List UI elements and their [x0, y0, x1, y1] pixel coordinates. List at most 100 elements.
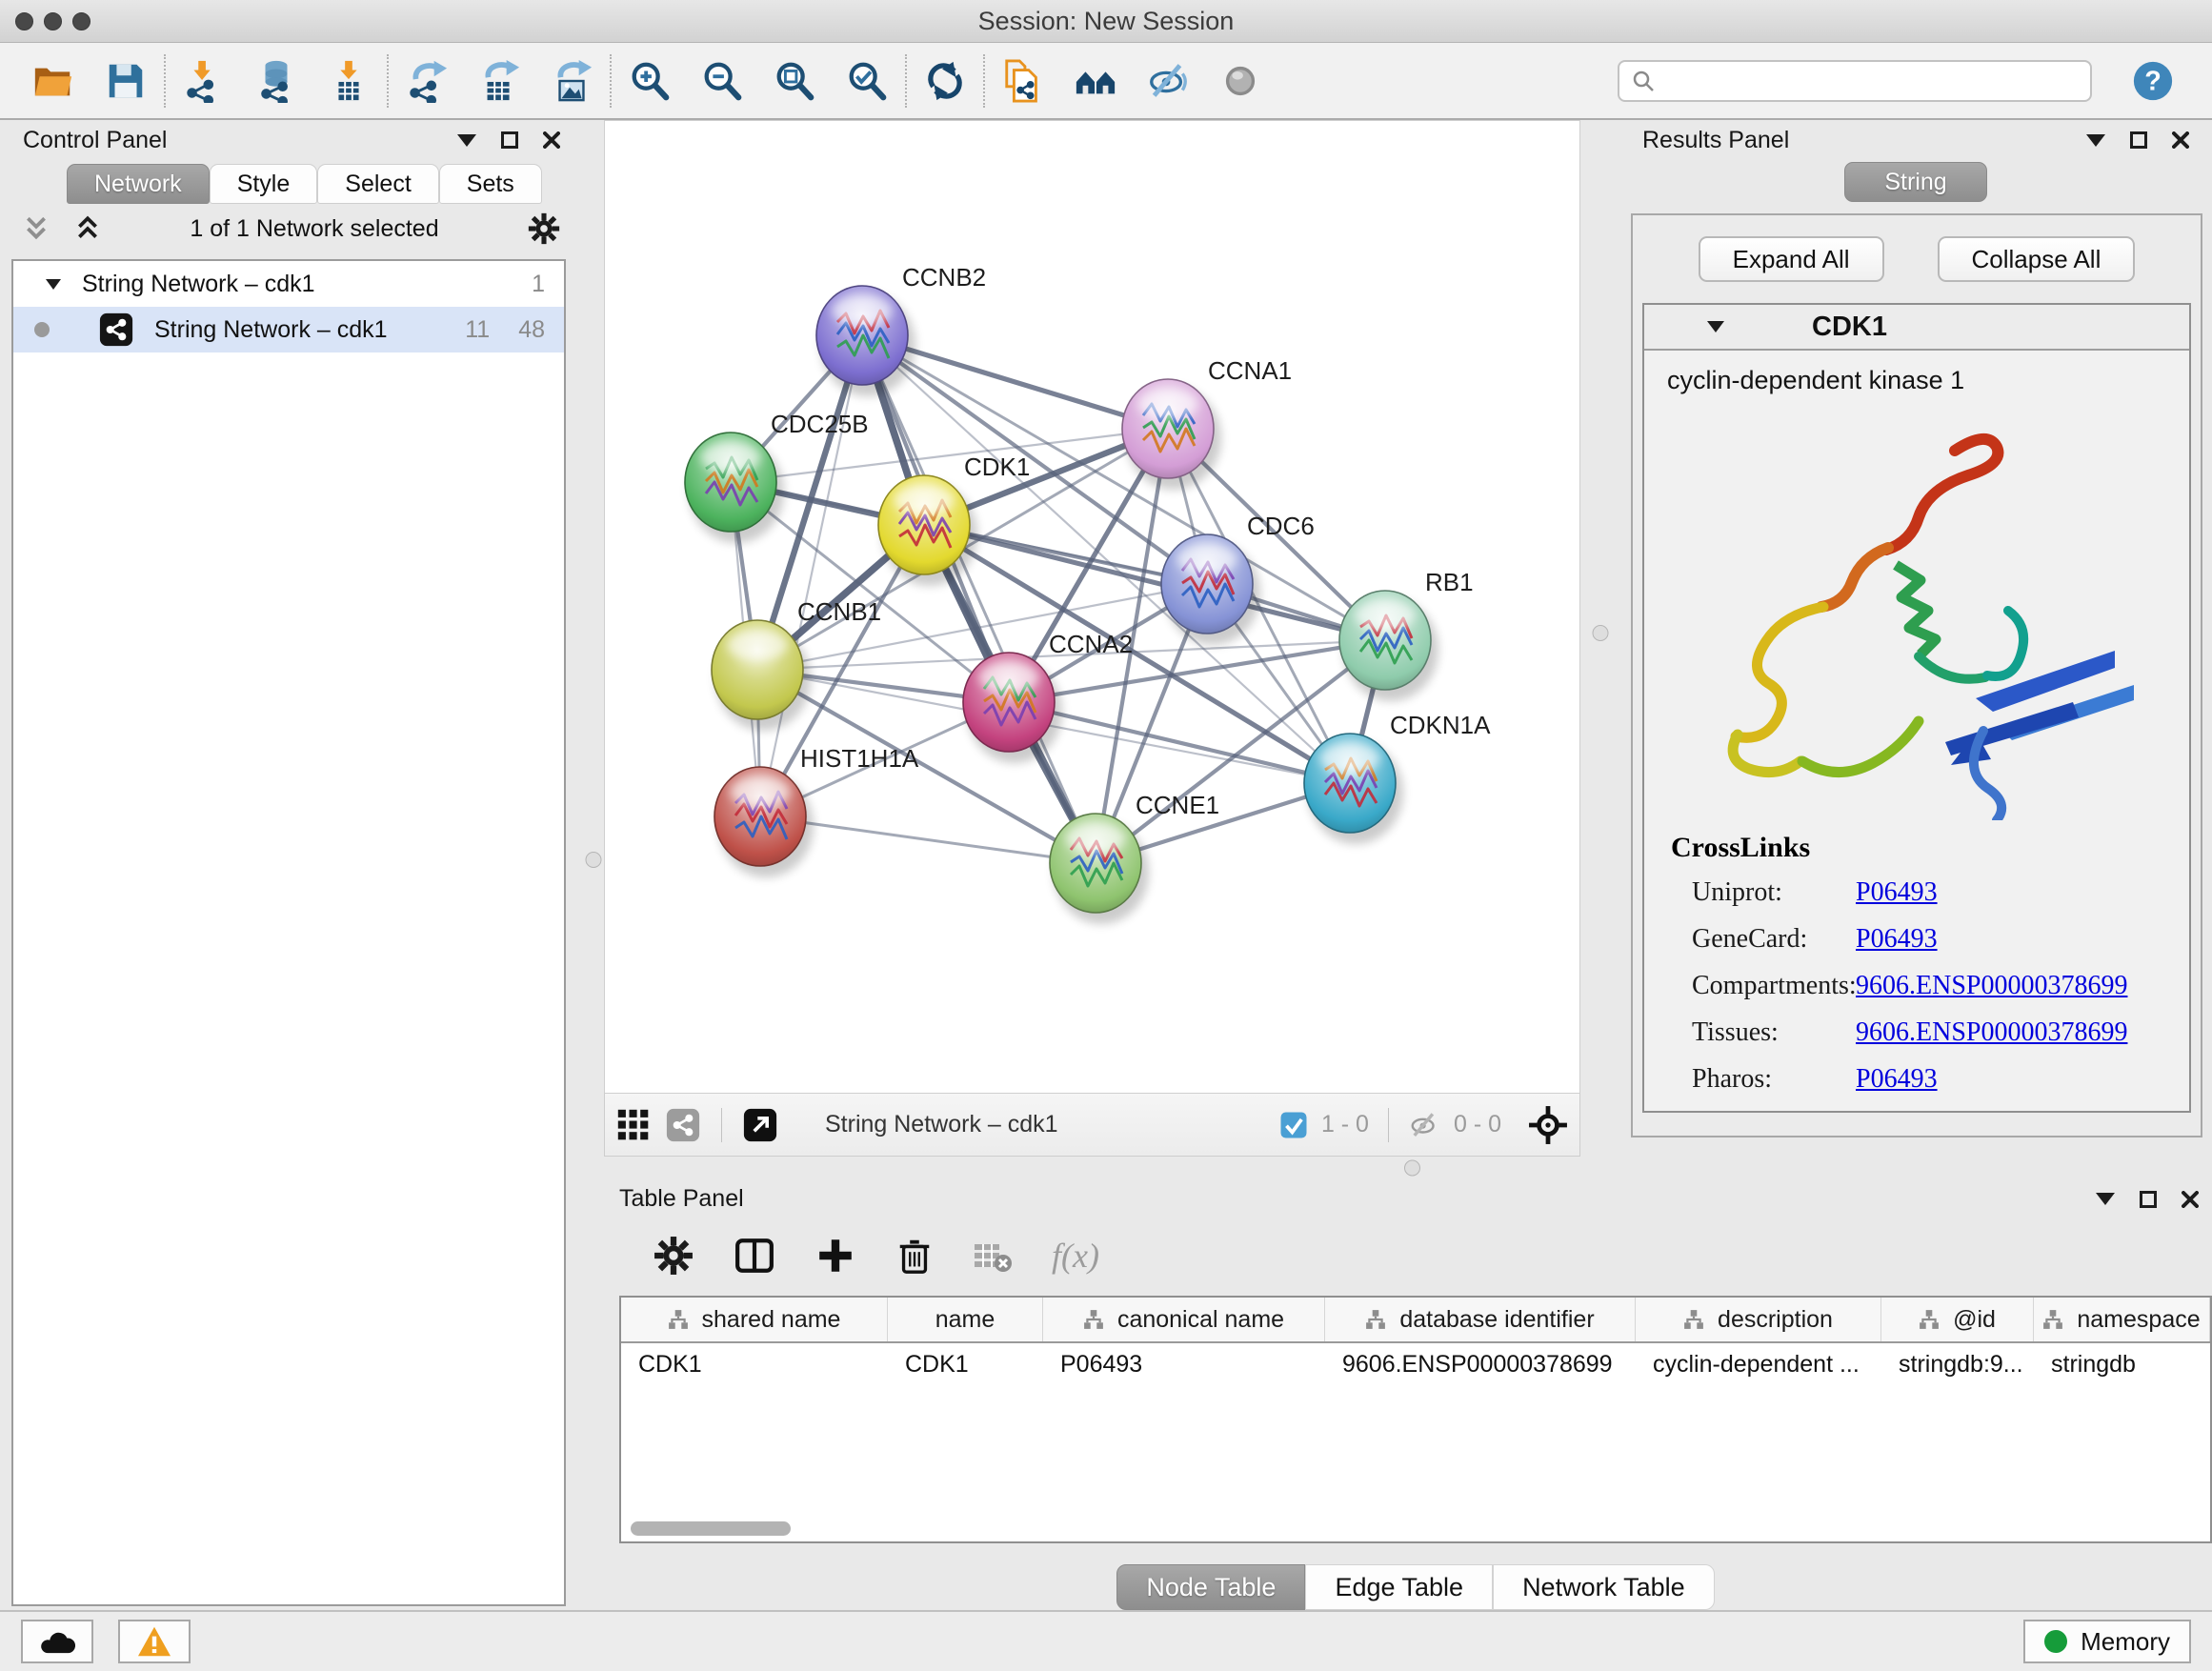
collapse-panel-icon[interactable] — [2086, 134, 2105, 147]
tab-network-table[interactable]: Network Table — [1493, 1564, 1715, 1610]
zoom-out-button[interactable] — [699, 58, 745, 104]
selected-checkbox-icon[interactable] — [1279, 1111, 1308, 1139]
network-selection-status: 1 of 1 Network selected — [126, 215, 503, 243]
table-cell[interactable]: 9606.ENSP00000378699 — [1325, 1343, 1636, 1385]
clone-network-button[interactable] — [1000, 58, 1046, 104]
zoom-fit-icon — [773, 59, 816, 103]
table-cell[interactable]: cyclin-dependent ... — [1636, 1343, 1881, 1385]
export-network-button[interactable] — [404, 58, 450, 104]
right-splitter[interactable] — [1580, 120, 1619, 1157]
save-session-button[interactable] — [103, 58, 149, 104]
cloud-status-button[interactable] — [21, 1620, 93, 1663]
column-type-icon — [2042, 1309, 2063, 1330]
zoom-fit-button[interactable] — [772, 58, 817, 104]
import-network-file-button[interactable] — [181, 58, 227, 104]
entry-header[interactable]: CDK1 — [1644, 305, 2189, 351]
splitter-handle[interactable] — [1592, 625, 1608, 641]
add-column-icon[interactable] — [815, 1236, 855, 1276]
tab-network[interactable]: Network — [67, 164, 210, 204]
network-view-icon[interactable] — [666, 1108, 700, 1142]
column-type-icon — [1365, 1309, 1386, 1330]
column-header-shared-name[interactable]: shared name — [621, 1298, 888, 1341]
search-icon — [1631, 69, 1656, 93]
network-graph[interactable]: CCNB2CCNA1CDC25BCDK1CDC6RB1CCNB1CCNA2CDK… — [605, 121, 1579, 1093]
refresh-button[interactable] — [922, 58, 968, 104]
collapse-panel-icon[interactable] — [2096, 1193, 2115, 1205]
close-panel-icon[interactable] — [2182, 1191, 2199, 1208]
column-header-database-identifier[interactable]: database identifier — [1325, 1298, 1636, 1341]
table-cell[interactable]: stringdb — [2034, 1343, 2210, 1385]
export-image-button[interactable] — [549, 58, 594, 104]
table-cell[interactable]: stringdb:9... — [1881, 1343, 2034, 1385]
detach-view-icon[interactable] — [743, 1108, 777, 1142]
search-field[interactable] — [1618, 60, 2092, 102]
show-all-button[interactable] — [1217, 58, 1263, 104]
search-input[interactable] — [1663, 68, 2079, 94]
expand-all-button[interactable]: Expand All — [1699, 236, 1884, 282]
close-panel-icon[interactable] — [2172, 131, 2189, 149]
table-row[interactable]: CDK1CDK1P064939606.ENSP00000378699cyclin… — [621, 1343, 2210, 1385]
horizontal-splitter[interactable] — [604, 1157, 2212, 1178]
float-panel-icon[interactable] — [501, 131, 518, 149]
crosslink-value-link[interactable]: P06493 — [1856, 924, 1938, 955]
table-cell[interactable]: CDK1 — [621, 1343, 888, 1385]
network-options-gear-icon[interactable] — [528, 212, 560, 245]
protein-structure-image — [1669, 411, 2164, 820]
crosslink-value-link[interactable]: 9606.ENSP00000378699 — [1856, 971, 2127, 1001]
crosslink-value-link[interactable]: 9606.ENSP00000378699 — [1856, 1017, 2127, 1048]
crosslink-value-link[interactable]: P06493 — [1856, 877, 1938, 908]
show-columns-icon[interactable] — [734, 1236, 775, 1276]
tab-node-table[interactable]: Node Table — [1116, 1564, 1305, 1610]
column-header--id[interactable]: @id — [1881, 1298, 2034, 1341]
splitter-handle[interactable] — [1404, 1159, 1420, 1176]
svg-text:CDC6: CDC6 — [1247, 512, 1315, 540]
table-cell[interactable]: P06493 — [1043, 1343, 1325, 1385]
svg-text:CCNA2: CCNA2 — [1049, 630, 1133, 658]
table-cell[interactable]: CDK1 — [888, 1343, 1043, 1385]
tab-style[interactable]: Style — [210, 164, 318, 204]
help-button[interactable]: ? — [2130, 58, 2176, 104]
collapse-panel-icon[interactable] — [457, 134, 476, 147]
network-collection-row[interactable]: String Network – cdk1 1 — [13, 261, 564, 307]
network-canvas[interactable]: CCNB2CCNA1CDC25BCDK1CDC6RB1CCNB1CCNA2CDK… — [604, 120, 1580, 1094]
network-view-title: String Network – cdk1 — [825, 1111, 1058, 1138]
import-table-file-button[interactable] — [326, 58, 372, 104]
tab-edge-table[interactable]: Edge Table — [1305, 1564, 1493, 1610]
warnings-button[interactable] — [118, 1620, 191, 1663]
birds-eye-crosshair-icon[interactable] — [1528, 1105, 1568, 1145]
float-panel-icon[interactable] — [2130, 131, 2147, 149]
grid-view-icon[interactable] — [616, 1108, 651, 1142]
show-home-button[interactable] — [1073, 58, 1118, 104]
tab-sets[interactable]: Sets — [439, 164, 542, 204]
zoom-in-button[interactable] — [627, 58, 673, 104]
collapse-all-icon[interactable] — [23, 215, 50, 242]
crosslink-row: Tissues:9606.ENSP00000378699 — [1692, 1017, 2189, 1048]
expand-all-icon[interactable] — [74, 215, 101, 242]
entry-collapse-icon[interactable] — [1707, 321, 1724, 332]
table-horizontal-scrollbar[interactable] — [631, 1521, 791, 1536]
crosslink-value-link[interactable]: P06493 — [1856, 1064, 1938, 1095]
close-panel-icon[interactable] — [543, 131, 560, 149]
collapse-all-button[interactable]: Collapse All — [1938, 236, 2136, 282]
tab-select[interactable]: Select — [317, 164, 438, 204]
column-header-name[interactable]: name — [888, 1298, 1043, 1341]
network-row-selected[interactable]: String Network – cdk1 11 48 — [13, 307, 564, 352]
column-header-canonical-name[interactable]: canonical name — [1043, 1298, 1325, 1341]
hide-selected-button[interactable] — [1145, 58, 1191, 104]
column-header-namespace[interactable]: namespace — [2034, 1298, 2210, 1341]
float-panel-icon[interactable] — [2140, 1191, 2157, 1208]
import-network-database-button[interactable] — [253, 58, 299, 104]
memory-button[interactable]: Memory — [2023, 1620, 2191, 1663]
splitter-handle[interactable] — [586, 852, 602, 868]
open-session-button[interactable] — [30, 58, 76, 104]
crosslink-row: GeneCard:P06493 — [1692, 924, 2189, 955]
table-panel-title: Table Panel — [619, 1185, 744, 1213]
zoom-selected-button[interactable] — [844, 58, 890, 104]
tree-expand-icon[interactable] — [46, 279, 61, 290]
left-splitter[interactable] — [583, 120, 604, 1610]
delete-column-icon[interactable] — [895, 1236, 934, 1276]
column-header-description[interactable]: description — [1636, 1298, 1881, 1341]
table-options-gear-icon[interactable] — [654, 1236, 694, 1276]
tab-string[interactable]: String — [1844, 162, 1987, 202]
export-table-button[interactable] — [476, 58, 522, 104]
